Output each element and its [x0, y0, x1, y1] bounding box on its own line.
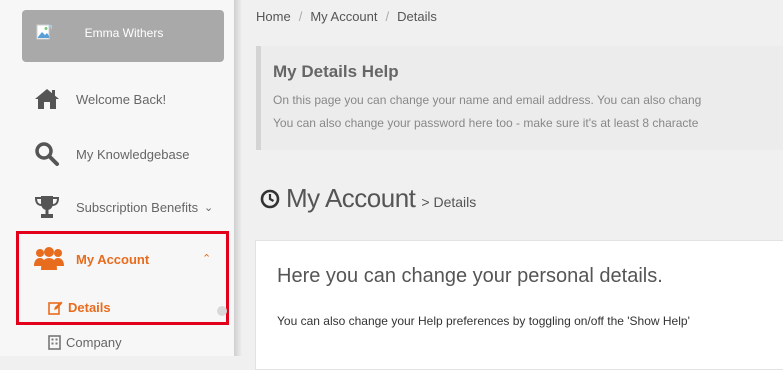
- page-title-sub: > Details: [421, 194, 477, 210]
- sidebar-subitem-label: Details: [68, 300, 111, 315]
- page-title: My Account > Details: [260, 183, 476, 214]
- help-title: My Details Help: [273, 62, 399, 81]
- help-text: You can also change your password here t…: [273, 116, 699, 130]
- details-panel: Here you can change your personal detail…: [255, 240, 783, 370]
- users-icon: [34, 245, 64, 273]
- breadcrumb-separator: /: [298, 9, 303, 24]
- user-name: Emma Withers: [84, 26, 164, 40]
- clock-icon: [260, 189, 280, 208]
- page-title-main: My Account: [286, 183, 416, 213]
- sidebar-item-label: Welcome Back!: [76, 91, 167, 107]
- user-card[interactable]: Emma Withers: [22, 10, 224, 62]
- sidebar-item-my-account[interactable]: My Account: [34, 244, 149, 274]
- breadcrumb-current: Details: [397, 9, 437, 24]
- building-icon: [48, 335, 61, 350]
- chevron-up-icon[interactable]: ⌃: [202, 252, 211, 265]
- sidebar-divider: [234, 0, 242, 356]
- home-icon: [32, 85, 62, 113]
- panel-title: Here you can change your personal detail…: [277, 265, 663, 287]
- panel-text: You can also change your Help preference…: [277, 314, 690, 328]
- chevron-down-icon[interactable]: ⌄: [204, 201, 213, 214]
- sidebar-item-welcome[interactable]: Welcome Back!: [32, 84, 166, 114]
- help-panel: My Details Help On this page you can cha…: [256, 46, 783, 150]
- scroll-indicator: [217, 306, 227, 316]
- search-icon: [32, 140, 62, 168]
- sidebar-item-subscription[interactable]: Subscription Benefits: [32, 192, 198, 222]
- sidebar-subitem-details[interactable]: Details: [48, 300, 111, 315]
- sidebar-item-knowledgebase[interactable]: My Knowledgebase: [32, 139, 189, 169]
- breadcrumb-home[interactable]: Home: [256, 9, 291, 24]
- sidebar: Emma Withers Welcome Back! My Knowledgeb…: [0, 0, 234, 356]
- breadcrumb-account[interactable]: My Account: [310, 9, 377, 24]
- sidebar-item-label: My Account: [76, 251, 150, 267]
- sidebar-subitem-label: Company: [66, 335, 122, 350]
- help-text: On this page you can change your name an…: [273, 93, 702, 107]
- edit-icon: [48, 301, 63, 315]
- breadcrumb-separator: /: [385, 9, 390, 24]
- sidebar-item-label: Subscription Benefits: [76, 199, 199, 215]
- sidebar-subitem-company[interactable]: Company: [48, 335, 122, 350]
- breadcrumb: Home / My Account / Details: [256, 9, 437, 24]
- sidebar-item-label: My Knowledgebase: [76, 146, 190, 162]
- trophy-icon: [32, 193, 62, 221]
